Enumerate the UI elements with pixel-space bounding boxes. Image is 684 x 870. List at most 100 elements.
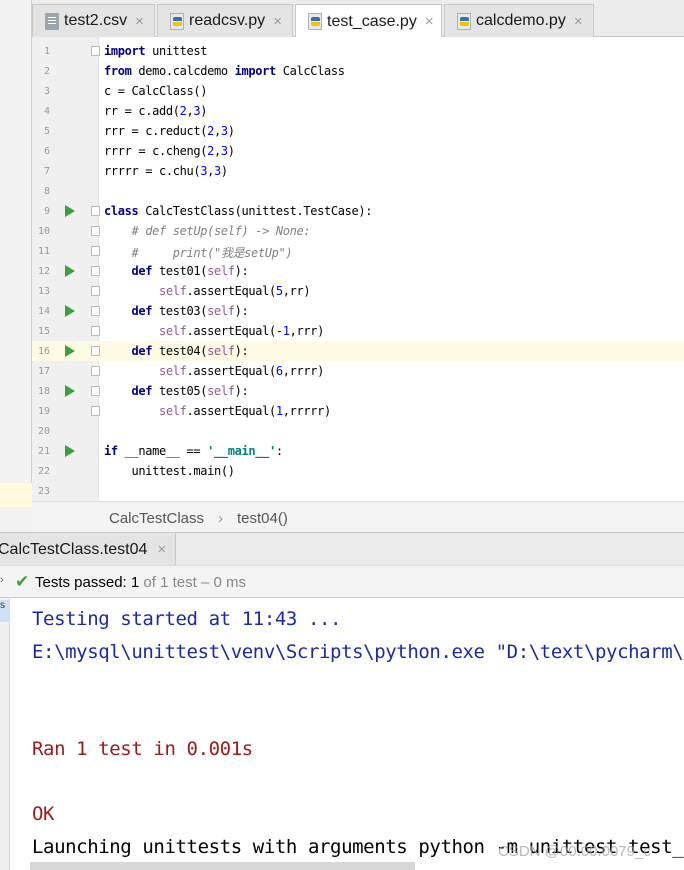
line-number: 9 (43, 206, 50, 217)
fold-marker-icon[interactable] (91, 306, 100, 316)
line-number: 7 (43, 166, 50, 177)
code-line[interactable]: 17 self.assertEqual(6,rrrr) (32, 361, 684, 381)
fold-marker-icon[interactable] (91, 226, 100, 236)
breadcrumb-method[interactable]: test04() (237, 510, 288, 527)
code-text: rrrrr = c.chu(3,3) (104, 164, 228, 178)
code-line[interactable]: 21 if __name__ == '__main__': (32, 441, 684, 461)
code-line[interactable]: 18 def test05(self): (32, 381, 684, 401)
test-result-text: Tests passed: 1 of 1 test – 0 ms (35, 574, 246, 591)
code-line[interactable]: 1 import unittest (32, 41, 684, 61)
fold-marker-icon[interactable] (91, 386, 100, 396)
code-text: # def setUp(self) -> None: (104, 224, 310, 238)
code-line[interactable]: 14 def test03(self): (32, 301, 684, 321)
code-line[interactable]: 5 rrr = c.reduct(2,3) (32, 121, 684, 141)
tab-test2-csv[interactable]: test2.csv × (32, 4, 155, 37)
close-icon[interactable]: × (574, 13, 583, 30)
code-text: import unittest (104, 44, 207, 58)
code-line[interactable]: 8 (32, 181, 684, 201)
code-line[interactable]: 6 rrrr = c.cheng(2,3) (32, 141, 684, 161)
fold-marker-icon[interactable] (91, 406, 100, 416)
code-token: ) (220, 164, 228, 178)
code-text: def test04(self): (104, 344, 249, 358)
line-number: 20 (37, 426, 50, 437)
test-status-bar: › ✔ Tests passed: 1 of 1 test – 0 ms (0, 565, 684, 598)
tab-readcsv-py[interactable]: readcsv.py × (157, 4, 293, 37)
fold-marker-icon[interactable] (91, 266, 100, 276)
code-text: self.assertEqual(5,rr) (104, 284, 311, 298)
code-token: ,rr) (282, 284, 311, 298)
code-keyword: from (104, 64, 132, 78)
run-test-icon[interactable] (65, 265, 75, 277)
code-line[interactable]: 13 self.assertEqual(5,rr) (32, 281, 684, 301)
code-token: test03( (152, 304, 208, 318)
code-line[interactable]: 19 self.assertEqual(1,rrrrr) (32, 401, 684, 421)
close-icon[interactable]: × (157, 541, 166, 558)
console-line: E:\mysql\unittest\venv\Scripts\python.ex… (32, 641, 684, 663)
code-line[interactable]: 16 def test04(self): (32, 341, 684, 361)
run-test-icon[interactable] (65, 345, 75, 357)
horizontal-scrollbar[interactable] (30, 862, 415, 870)
run-test-icon[interactable] (65, 205, 75, 217)
line-number: 14 (37, 306, 50, 317)
close-icon[interactable]: × (273, 13, 282, 30)
breadcrumb-class[interactable]: CalcTestClass (109, 510, 204, 527)
run-test-icon[interactable] (65, 305, 75, 317)
fold-marker-icon[interactable] (91, 286, 100, 296)
code-line[interactable]: 11 # print("我是setUp") (32, 241, 684, 261)
code-editor[interactable]: 1 import unittest 2 from demo.calcdemo impo… (32, 37, 684, 501)
code-number: 6 (275, 364, 283, 378)
code-line[interactable]: 12 def test01(self): (32, 261, 684, 281)
code-line[interactable]: 2 from demo.calcdemo import CalcClass (32, 61, 684, 81)
run-tab-bar: CalcTestClass.test04 × (0, 532, 684, 566)
editor-tab-bar: test2.csv × readcsv.py × test_case.py × … (32, 0, 684, 38)
run-test-icon[interactable] (65, 445, 75, 457)
code-line[interactable]: 3 c = CalcClass() (32, 81, 684, 101)
code-token: __name__ == (117, 444, 208, 458)
fold-marker-icon[interactable] (91, 246, 100, 256)
fold-marker-icon[interactable] (91, 326, 100, 336)
project-strip-bottom (0, 507, 32, 532)
code-line[interactable]: 23 (32, 481, 684, 501)
fold-marker-icon[interactable] (91, 46, 100, 56)
code-line[interactable]: 10 # def setUp(self) -> None: (32, 221, 684, 241)
code-line[interactable]: 20 (32, 421, 684, 441)
code-token: ) (227, 144, 235, 158)
tab-test-case-py[interactable]: test_case.py × (295, 4, 442, 38)
code-line[interactable]: 4 rr = c.add(2,3) (32, 101, 684, 121)
code-token: .assertEqual( (186, 364, 277, 378)
tab-calcdemo-py[interactable]: calcdemo.py × (444, 4, 594, 37)
code-text: self.assertEqual(1,rrrrr) (104, 404, 331, 418)
code-text: def test01(self): (104, 264, 249, 278)
code-token: , (214, 124, 221, 138)
chevron-right-icon[interactable]: › (0, 574, 4, 586)
line-number: 22 (37, 466, 50, 477)
code-number: 2 (179, 104, 187, 118)
console-strip-tab[interactable]: s (0, 600, 10, 622)
fold-marker-icon[interactable] (91, 366, 100, 376)
line-number: 23 (37, 486, 50, 497)
code-token: unittest (145, 44, 208, 58)
close-icon[interactable]: × (425, 13, 434, 30)
close-icon[interactable]: × (135, 13, 144, 30)
code-token: rrrrr = c.chu( (104, 164, 201, 178)
fold-marker-icon[interactable] (91, 206, 100, 216)
run-test-icon[interactable] (65, 385, 75, 397)
fold-marker-icon[interactable] (91, 346, 100, 356)
code-line[interactable]: 15 self.assertEqual(-1,rrr) (32, 321, 684, 341)
code-line[interactable]: 22 unittest.main() (32, 461, 684, 481)
run-console[interactable]: s (0, 598, 684, 870)
code-text: rr = c.add(2,3) (104, 104, 207, 118)
code-token: rr = c.add( (104, 104, 180, 118)
code-text: if __name__ == '__main__': (104, 444, 283, 458)
python-file-icon (457, 12, 471, 30)
code-text: # print("我是setUp") (104, 244, 292, 261)
code-keyword: import (104, 44, 146, 58)
code-text: def test03(self): (104, 304, 249, 318)
code-line[interactable]: 7 rrrrr = c.chu(3,3) (32, 161, 684, 181)
code-token: ): (234, 304, 249, 318)
code-self: self (159, 324, 187, 338)
code-line[interactable]: 9 class CalcTestClass(unittest.TestCase): (32, 201, 684, 221)
run-tab[interactable]: CalcTestClass.test04 × (0, 533, 176, 566)
